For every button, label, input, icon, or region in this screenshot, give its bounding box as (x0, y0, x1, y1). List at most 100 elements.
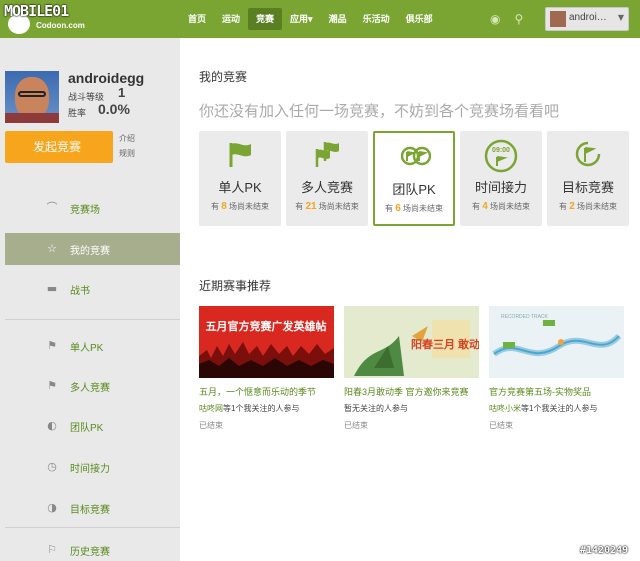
card-title: 单人PK (218, 180, 262, 195)
recommend-card[interactable]: 五月官方竞赛广发英雄帖 五月，一个惬意而乐动的季节 咕咚网等1个我关注的人参与 … (199, 306, 334, 431)
avatar[interactable] (5, 71, 59, 123)
site-logo[interactable]: MOBILE01 Codoon.com (2, 2, 132, 34)
flag-icon (225, 139, 255, 169)
card-team-pk[interactable]: 团队PK 有 6 场尚未结束 (373, 131, 455, 226)
sidebar-item-label: 竞赛场 (70, 205, 100, 216)
clock-icon: 09:00 (484, 139, 518, 173)
count-suffix: 场尚未结束 (318, 202, 359, 211)
count-suffix: 场尚未结束 (229, 202, 270, 211)
card-single-pk[interactable]: 单人PK 有 8 场尚未结束 (199, 131, 281, 226)
chevron-down-icon: ▼ (617, 13, 624, 22)
sidebar-item-label: 战书 (70, 286, 90, 297)
banner-text: 阳春三月 敢动季 (411, 337, 479, 351)
page-title: 我的竞赛 (199, 70, 248, 84)
count-suffix: 场尚未结束 (403, 204, 444, 213)
nav-apps[interactable]: 应用▾ (282, 8, 321, 30)
count-prefix: 有 (558, 202, 567, 211)
card-count-line: 有 4 场尚未结束 (460, 201, 542, 212)
sidebar-item-multi[interactable]: ⚑ 多人竞赛 (5, 370, 180, 402)
recommend-host[interactable]: 咕咚网 (199, 404, 223, 413)
sidebar-item-history[interactable]: ⚐ 历史竞赛 (5, 534, 180, 561)
count-suffix: 场尚未结束 (490, 202, 531, 211)
sidebar-item-arena[interactable]: ⌒ 竞赛场 (5, 192, 180, 224)
card-title: 团队PK (392, 182, 436, 197)
card-target[interactable]: 目标竞赛 有 2 场尚未结束 (547, 131, 629, 226)
ongoing-count: 21 (305, 201, 317, 212)
main-nav: 首页 运动 竞赛 应用▾ 潮品 乐活动 俱乐部 (180, 8, 441, 30)
card-title: 多人竞赛 (300, 180, 353, 195)
recommend-image[interactable]: 阳春三月 敢动季 (344, 306, 479, 378)
book-icon: ▬ (46, 282, 58, 295)
team-icon: ◐ (47, 419, 57, 432)
nav-competition[interactable]: 竞赛 (248, 8, 283, 30)
watermark: #1420249 (580, 545, 629, 556)
recommend-image[interactable]: 五月官方竞赛广发英雄帖 (199, 306, 334, 378)
recommend-image[interactable]: RECORDED TRACK (489, 306, 624, 378)
sidebar-item-target[interactable]: ◑ 目标竞赛 (5, 492, 180, 524)
sidebar-item-my-competitions[interactable]: ☆ 我的竞赛 (5, 233, 180, 265)
recommend-title[interactable]: 五月，一个惬意而乐动的季节 (199, 385, 334, 398)
participants-text: 等1个我关注的人参与 (223, 404, 300, 413)
empty-prompt: 你还没有加入任何一场竞赛，不妨到各个竞赛场看看吧 (199, 103, 560, 120)
team-icon (400, 141, 432, 171)
top-icons: ◉ ⚲ (490, 8, 523, 30)
recommend-host[interactable]: 咕咚小米 (489, 404, 521, 413)
sidebar-item-single-pk[interactable]: ⚑ 单人PK (5, 330, 180, 362)
count-prefix: 有 (295, 202, 304, 211)
nav-home[interactable]: 首页 (180, 8, 214, 30)
nav-products[interactable]: 潮品 (321, 8, 355, 30)
recommend-participants: 暂无关注的人参与 (344, 403, 479, 414)
recommend-status: 已结束 (344, 421, 368, 430)
sidebar-item-challenges[interactable]: ▬ 战书 (5, 273, 180, 305)
nav-sport[interactable]: 运动 (214, 8, 248, 30)
recommend-status: 已结束 (199, 421, 223, 430)
ongoing-count: 8 (221, 201, 227, 212)
ongoing-count: 6 (395, 203, 401, 214)
arena-icon: ⌒ (46, 201, 58, 214)
sidebar: androidegg 战斗等级 1 胜率 0.0% 发起竞赛 介绍 规则 ⌒ 竞… (0, 38, 180, 561)
card-multi[interactable]: 多人竞赛 有 21 场尚未结束 (286, 131, 368, 226)
history-icon: ⚐ (47, 543, 57, 556)
intro-link[interactable]: 介绍 (119, 133, 135, 144)
start-competition-button[interactable]: 发起竞赛 (5, 131, 113, 163)
logo-subtitle: Codoon.com (36, 21, 85, 30)
flag-icon: ⚑ (47, 339, 57, 352)
recommend-title[interactable]: 官方竞赛第五场-实物奖品 (489, 385, 624, 398)
sidebar-item-label: 多人竞赛 (70, 383, 110, 394)
nav-clubs[interactable]: 俱乐部 (398, 8, 441, 30)
flags-icon: ⚑ (47, 379, 57, 392)
card-count-line: 有 2 场尚未结束 (547, 201, 629, 212)
card-count-line: 有 21 场尚未结束 (286, 201, 368, 212)
recommend-participants: 咕咚小米等1个我关注的人参与 (489, 403, 624, 414)
card-time-relay[interactable]: 09:00 时间接力 有 4 场尚未结束 (460, 131, 542, 226)
recommend-card[interactable]: RECORDED TRACK 官方竞赛第五场-实物奖品 咕咚小米等1个我关注的人… (489, 306, 624, 431)
rules-link[interactable]: 规则 (119, 148, 135, 159)
avatar-shirt (5, 113, 59, 123)
card-count-line: 有 8 场尚未结束 (199, 201, 281, 212)
eye-icon[interactable]: ◉ (490, 8, 500, 30)
win-rate-value: 0.0% (98, 101, 130, 117)
recommend-title[interactable]: 阳春3月敢动季 官方邀你来竞赛 (344, 385, 479, 398)
sidebar-item-label: 我的竞赛 (70, 246, 110, 257)
search-icon[interactable]: ⚲ (514, 8, 523, 30)
count-prefix: 有 (210, 202, 219, 211)
participants-text: 等1个我关注的人参与 (521, 404, 598, 413)
profile-username[interactable]: androidegg (68, 70, 144, 86)
card-title: 时间接力 (474, 180, 527, 195)
sidebar-item-relay[interactable]: ◷ 时间接力 (5, 451, 180, 483)
count-prefix: 有 (384, 204, 393, 213)
banner-text: 五月官方竞赛广发英雄帖 (206, 319, 327, 333)
recommend-participants: 咕咚网等1个我关注的人参与 (199, 403, 334, 414)
sidebar-item-team-pk[interactable]: ◐ 团队PK (5, 410, 180, 442)
sidebar-item-label: 历史竞赛 (70, 547, 110, 558)
card-title: 目标竞赛 (561, 180, 614, 195)
sidebar-divider (5, 527, 180, 528)
sidebar-divider (5, 319, 180, 320)
top-bar: MOBILE01 Codoon.com 首页 运动 竞赛 应用▾ 潮品 乐活动 … (0, 0, 640, 38)
nav-events[interactable]: 乐活动 (355, 8, 398, 30)
clock-time-text: 09:00 (492, 147, 510, 154)
user-avatar-small (550, 11, 566, 27)
recommend-card[interactable]: 阳春三月 敢动季 阳春3月敢动季 官方邀你来竞赛 暂无关注的人参与 已结束 (344, 306, 479, 431)
win-rate-label: 胜率 (68, 108, 87, 118)
user-dropdown[interactable]: androi… ▼ (545, 7, 629, 31)
